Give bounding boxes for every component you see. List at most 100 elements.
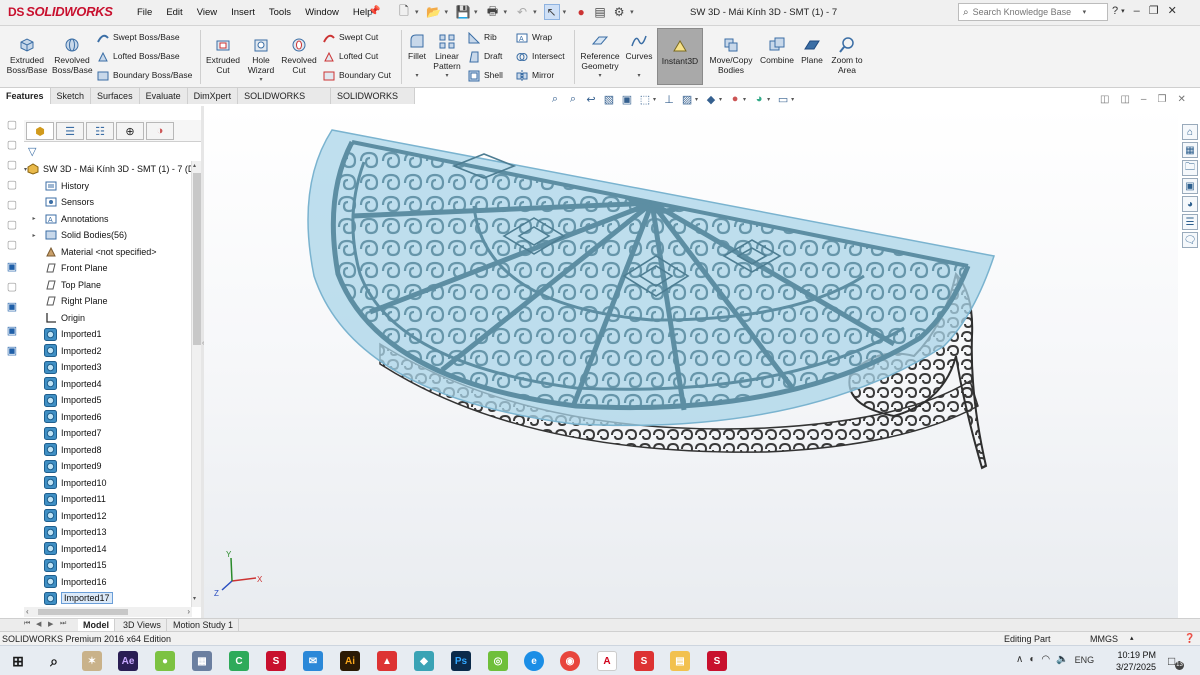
search-input[interactable]: [972, 7, 1083, 17]
tab-dimxpert[interactable]: DimXpert: [188, 88, 239, 104]
help-dropdown-icon[interactable]: ▾: [1121, 7, 1125, 15]
options-dropdown-icon[interactable]: ▾: [630, 8, 634, 16]
graphics-area[interactable]: X Y Z: [204, 106, 1178, 618]
undo-dropdown-icon[interactable]: ▾: [533, 8, 537, 16]
viewport-minimize-icon[interactable]: –: [1141, 94, 1147, 105]
dynamic-annotation-icon[interactable]: ▣: [620, 92, 634, 106]
tab-addins[interactable]: SOLIDWORKS Add-Ins: [238, 88, 332, 117]
tab-configurationmanager[interactable]: ☷: [86, 122, 114, 140]
tree-vertical-scrollbar[interactable]: ▴ ▾: [191, 161, 201, 607]
convert-entities-icon[interactable]: ▣: [5, 260, 19, 274]
volume-icon[interactable]: 🔈: [1056, 654, 1068, 665]
sketch-tool-icon[interactable]: ▢: [5, 218, 19, 232]
tab-featuremanager[interactable]: ⬢: [26, 122, 54, 140]
tree-item-imported[interactable]: Imported2: [24, 343, 192, 360]
tree-item-imported[interactable]: Imported7: [24, 425, 192, 442]
tree-item-front-plane[interactable]: Front Plane: [24, 260, 192, 277]
revolved-cut-button[interactable]: Revolved Cut: [280, 36, 318, 75]
tree-item-imported[interactable]: Imported5: [24, 392, 192, 409]
scroll-left-icon[interactable]: ‹: [26, 607, 29, 616]
lofted-cut-button[interactable]: Lofted Cut: [323, 51, 378, 63]
linear-pattern-button[interactable]: Linear Pattern ▾: [432, 32, 462, 82]
tab-surfaces[interactable]: Surfaces: [91, 88, 140, 104]
restore-icon[interactable]: ❐: [1149, 4, 1159, 17]
hole-wizard-button[interactable]: Hole Wizard ▾: [244, 36, 278, 86]
status-units[interactable]: MMGS: [1090, 634, 1118, 644]
filter-icon[interactable]: ▽: [28, 145, 42, 159]
model-canopy[interactable]: X Y Z: [204, 106, 1178, 618]
hide-show-items-icon[interactable]: ◆: [704, 92, 718, 106]
open-dropdown-icon[interactable]: ▾: [445, 8, 449, 16]
tree-item-imported[interactable]: Imported1: [24, 326, 192, 343]
search-dropdown-icon[interactable]: ▾: [1083, 8, 1087, 16]
options-gear-icon[interactable]: ⚙: [611, 4, 627, 20]
knowledge-base-search[interactable]: ⌕ ▾: [958, 3, 1108, 21]
pin-menu-icon[interactable]: 📌: [368, 6, 380, 17]
first-tab-icon[interactable]: ⏮: [24, 620, 30, 628]
display-style-dropdown-icon[interactable]: ▾: [695, 96, 698, 103]
undo-icon[interactable]: ↶: [514, 4, 530, 20]
tree-item-imported[interactable]: Imported13: [24, 524, 192, 541]
wrap-button[interactable]: A Wrap: [516, 32, 552, 44]
print-dropdown-icon[interactable]: ▾: [504, 8, 508, 16]
wifi-icon[interactable]: ◠: [1041, 654, 1050, 665]
taskbar-app-icon[interactable]: S: [634, 651, 654, 671]
tab-features[interactable]: Features: [0, 88, 51, 104]
zoom-to-area-button[interactable]: Zoom to Area: [828, 36, 866, 75]
display-style-icon[interactable]: ▨: [680, 92, 694, 106]
custom-properties-icon[interactable]: ☰: [1182, 214, 1198, 230]
viewport-restore-icon[interactable]: ❐: [1157, 94, 1166, 105]
view-palette-icon[interactable]: ▣: [1182, 178, 1198, 194]
new-document-icon[interactable]: 🗋: [396, 4, 412, 20]
file-properties-icon[interactable]: ▤: [592, 4, 608, 20]
previous-tab-icon[interactable]: ◀: [36, 620, 41, 628]
taskbar-clock[interactable]: 10:19 PM 3/27/2025: [1116, 649, 1156, 673]
after-effects-icon[interactable]: Ae: [118, 651, 138, 671]
collapse-left-icon[interactable]: ◫: [1100, 94, 1109, 105]
language-indicator[interactable]: ENG: [1075, 655, 1095, 665]
status-help-icon[interactable]: ❓: [1184, 633, 1195, 644]
taskbar-app-icon[interactable]: ●: [155, 651, 175, 671]
appearances-icon[interactable]: ◕: [1182, 196, 1198, 212]
taskbar-app-icon[interactable]: ✉: [303, 651, 323, 671]
units-dropdown-icon[interactable]: ▴: [1130, 634, 1134, 642]
zoom-area-icon[interactable]: ⌕: [566, 92, 580, 106]
tree-item-imported[interactable]: Imported14: [24, 541, 192, 558]
tree-item-imported-selected[interactable]: Imported17: [24, 590, 192, 607]
tree-item-top-plane[interactable]: Top Plane: [24, 277, 192, 294]
sketch-tool-icon[interactable]: ▢: [5, 138, 19, 152]
edit-appearance-icon[interactable]: ●: [728, 92, 742, 106]
scroll-down-icon[interactable]: ▾: [193, 595, 196, 602]
solidworks-taskbar-icon[interactable]: S: [707, 651, 727, 671]
new-dropdown-icon[interactable]: ▾: [415, 8, 419, 16]
hide-show-dropdown-icon[interactable]: ▾: [719, 96, 722, 103]
reference-geometry-dropdown-icon[interactable]: ▾: [578, 72, 622, 82]
acrobat-icon[interactable]: A: [597, 651, 617, 671]
triad-view-icon[interactable]: ⊥: [662, 92, 676, 106]
move-copy-bodies-button[interactable]: Move/Copy Bodies: [706, 36, 756, 75]
tree-item-imported[interactable]: Imported9: [24, 458, 192, 475]
edge-browser-icon[interactable]: e: [524, 651, 544, 671]
sketch-tool-icon[interactable]: ▢: [5, 158, 19, 172]
revolved-boss-button[interactable]: Revolved Boss/Base: [52, 36, 93, 75]
tree-root[interactable]: ▾ SW 3D - Mái Kính 3D - SMT (1) - 7 (D: [24, 161, 192, 178]
tree-item-annotations[interactable]: ▸ A Annotations: [24, 211, 192, 228]
taskbar-app-icon[interactable]: ✶: [82, 651, 102, 671]
traffic-light-icon[interactable]: ●: [573, 4, 589, 20]
taskbar-search-icon[interactable]: ⌕: [44, 651, 64, 671]
chrome-browser-icon[interactable]: ◉: [560, 651, 580, 671]
smart-dimension-icon[interactable]: ▣: [5, 300, 19, 314]
tray-app-icon[interactable]: ◐: [1029, 654, 1035, 665]
taskbar-app-icon[interactable]: ▲: [377, 651, 397, 671]
menu-window[interactable]: Window: [298, 6, 346, 19]
tree-horizontal-scrollbar[interactable]: ‹ ›: [24, 607, 192, 617]
mirror-button[interactable]: Mirror: [516, 70, 554, 82]
sketch-tool-icon[interactable]: ▢: [5, 238, 19, 252]
swept-boss-button[interactable]: Swept Boss/Base: [97, 32, 180, 44]
tab-evaluate[interactable]: Evaluate: [140, 88, 188, 104]
fillet-button[interactable]: Fillet ▾: [404, 32, 430, 81]
swept-cut-button[interactable]: Swept Cut: [323, 32, 378, 44]
scroll-up-icon[interactable]: ▴: [193, 162, 196, 169]
print-icon[interactable]: 🖶: [485, 4, 501, 20]
taskbar-app-icon[interactable]: ◆: [414, 651, 434, 671]
